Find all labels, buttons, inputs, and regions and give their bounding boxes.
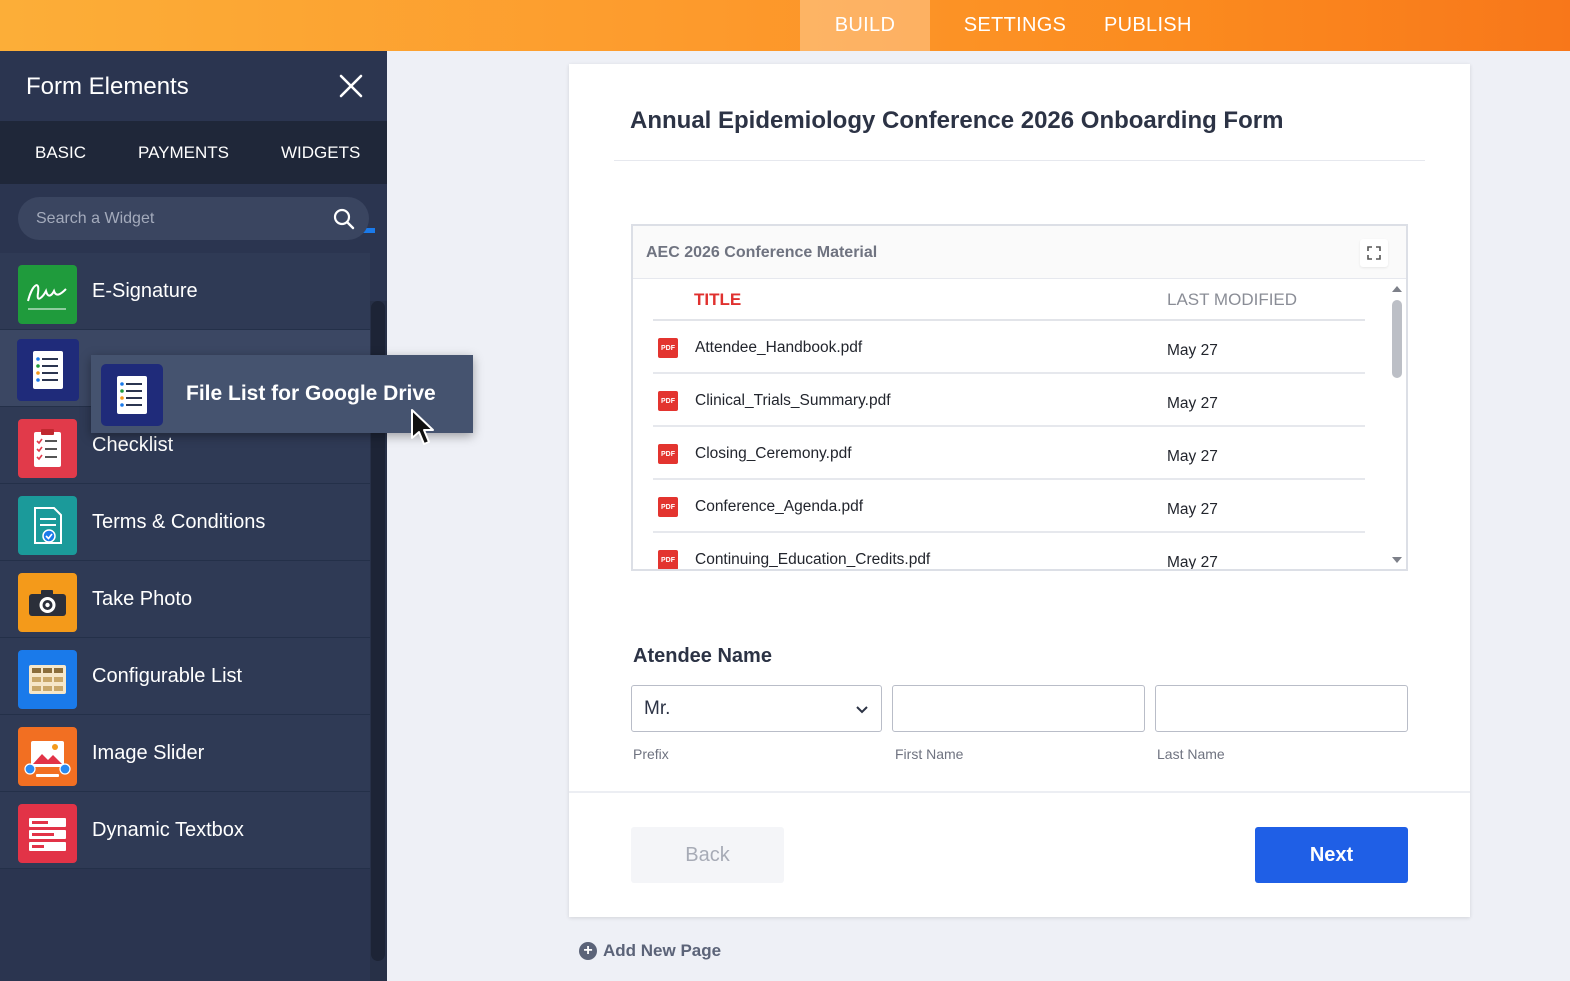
scroll-up-icon[interactable] [1392,286,1402,292]
widget-item-e-signature[interactable]: E-Signature [0,253,370,330]
pdf-icon: PDF [658,497,678,517]
file-list-icon [17,339,79,401]
file-list-icon [101,364,163,426]
widget-item-configurable-list[interactable]: Configurable List [0,638,370,715]
next-button[interactable]: Next [1255,827,1408,883]
search-input[interactable] [36,197,326,240]
panel-title: Form Elements [26,73,189,100]
image-slider-icon [18,727,77,786]
file-row[interactable]: PDF Clinical_Trials_Summary.pdf May 27 [653,374,1365,427]
tab-settings[interactable]: SETTINGS [930,0,1100,51]
last-name-input[interactable] [1155,685,1408,732]
top-bar: BUILD SETTINGS PUBLISH [0,0,1570,51]
tab-basic[interactable]: BASIC [35,121,86,184]
widget-label: Terms & Conditions [92,511,266,533]
widget-label: E-Signature [92,280,198,302]
tab-publish[interactable]: PUBLISH [1100,0,1260,51]
file-row[interactable]: PDF Attendee_Handbook.pdf May 27 [653,321,1365,374]
widget-search [18,197,369,240]
grid-list-icon [18,650,77,709]
prefix-select[interactable]: Mr. [631,685,882,732]
file-modified-date: May 27 [1167,554,1218,571]
prefix-value: Mr. [644,698,671,719]
file-modified-date: May 27 [1167,448,1218,465]
prefix-sublabel: Prefix [633,746,669,762]
attendee-name-label[interactable]: Atendee Name [633,645,772,668]
widget-label: Configurable List [92,665,243,687]
close-icon[interactable] [336,71,366,101]
scroll-thumb[interactable] [1392,300,1402,378]
dragged-widget-label: File List for Google Drive [186,382,436,405]
pdf-icon: PDF [658,444,678,464]
widget-scrollbar[interactable] [1388,282,1406,569]
tab-build[interactable]: BUILD [800,0,930,51]
top-nav-tabs: BUILD SETTINGS PUBLISH [800,0,1260,51]
widget-label: Dynamic Textbox [92,819,244,841]
column-header-last-modified[interactable]: LAST MODIFIED [1167,290,1297,310]
first-name-sublabel: First Name [895,746,964,762]
divider [569,791,1470,793]
document-check-icon [18,496,77,555]
form-title[interactable]: Annual Epidemiology Conference 2026 Onbo… [630,107,1283,135]
widget-header: AEC 2026 Conference Material [633,226,1406,279]
pdf-icon: PDF [658,550,678,569]
file-name: Attendee_Handbook.pdf [695,339,863,356]
column-header-title[interactable]: TITLE [694,290,741,310]
file-row[interactable]: PDF Closing_Ceremony.pdf May 27 [653,427,1365,480]
first-name-input[interactable] [892,685,1145,732]
panel-header: Form Elements [0,51,387,121]
widget-label: Take Photo [92,588,193,610]
file-name: Continuing_Education_Credits.pdf [695,551,931,568]
tab-widgets[interactable]: WIDGETS [281,121,360,184]
form-elements-panel: Form Elements BASIC PAYMENTS WIDGETS E-S… [0,51,387,981]
divider [614,160,1425,161]
widget-item-dynamic-textbox[interactable]: Dynamic Textbox [0,792,370,869]
file-row[interactable]: PDF Continuing_Education_Credits.pdf May… [653,533,1365,571]
file-modified-date: May 27 [1167,395,1218,412]
pdf-icon: PDF [658,391,678,411]
file-name: Clinical_Trials_Summary.pdf [695,392,891,409]
back-button[interactable]: Back [631,827,784,883]
widget-item-terms-conditions[interactable]: Terms & Conditions [0,484,370,561]
scroll-down-icon[interactable] [1392,557,1402,563]
file-modified-date: May 27 [1167,501,1218,518]
last-name-sublabel: Last Name [1157,746,1225,762]
form-card: Annual Epidemiology Conference 2026 Onbo… [569,64,1470,917]
widget-item-take-photo[interactable]: Take Photo [0,561,370,638]
search-icon[interactable] [332,207,356,231]
file-row[interactable]: PDF Conference_Agenda.pdf May 27 [653,480,1365,533]
file-name: Conference_Agenda.pdf [695,498,864,515]
file-name: Closing_Ceremony.pdf [695,445,852,462]
widget-label: Image Slider [92,742,205,764]
widget-item-image-slider[interactable]: Image Slider [0,715,370,792]
expand-icon[interactable] [1360,239,1388,267]
add-new-page-button[interactable]: + Add New Page [579,940,721,962]
file-modified-date: May 27 [1167,342,1218,359]
plus-circle-icon: + [579,942,597,960]
textbox-icon [18,804,77,863]
checklist-icon [18,419,77,478]
pdf-icon: PDF [658,338,678,358]
widget-title: AEC 2026 Conference Material [646,244,878,261]
add-new-page-label: Add New Page [603,941,722,960]
signature-icon [18,265,77,324]
file-list-widget[interactable]: AEC 2026 Conference Material TITLE LAST … [631,224,1408,571]
panel-tabs: BASIC PAYMENTS WIDGETS [0,121,387,184]
camera-icon [18,573,77,632]
widget-list: E-Signature Checklist Terms & Conditions… [0,253,370,869]
mouse-cursor-icon [409,408,437,448]
chevron-down-icon [854,701,870,717]
tab-payments[interactable]: PAYMENTS [138,121,229,184]
